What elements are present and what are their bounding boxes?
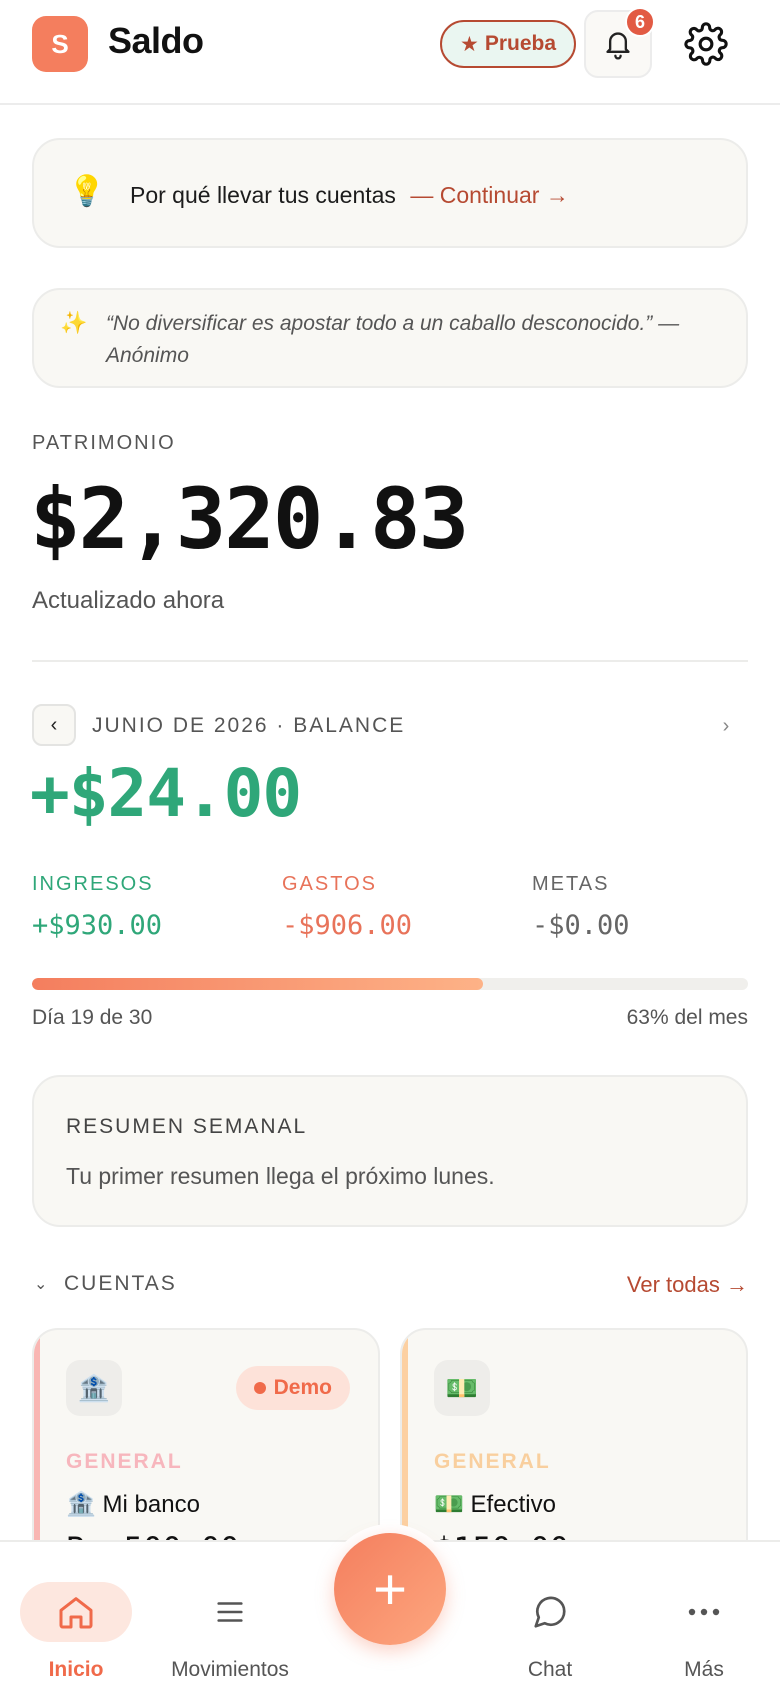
see-all-accounts-link[interactable]: Ver todas → bbox=[627, 1272, 748, 1298]
goals-value: -$0.00 bbox=[532, 910, 630, 941]
settings-button[interactable] bbox=[678, 16, 734, 72]
more-dots-icon bbox=[688, 1608, 720, 1616]
nav-chat[interactable]: Chat bbox=[500, 1542, 600, 1688]
next-month-button[interactable]: › bbox=[712, 712, 740, 740]
income-label: INGRESOS bbox=[32, 873, 154, 895]
sparkles-icon: ✨ bbox=[60, 310, 88, 335]
expenses-value: -$906.00 bbox=[282, 910, 413, 941]
tip-title: Por qué llevar tus cuentas bbox=[130, 182, 396, 208]
account-type: GENERAL bbox=[434, 1450, 551, 1473]
app-logo: S bbox=[32, 16, 88, 72]
month-balance: +$24.00 bbox=[30, 755, 302, 832]
chevron-left-icon: ‹ bbox=[50, 713, 58, 736]
nav-chat-label: Chat bbox=[527, 1658, 573, 1681]
account-name: 🏦 Mi banco bbox=[66, 1491, 200, 1518]
nav-home[interactable]: Inicio bbox=[20, 1542, 132, 1688]
month-progress-bar bbox=[32, 978, 748, 990]
account-type: GENERAL bbox=[66, 1450, 183, 1473]
tip-text: Por qué llevar tus cuentas — Continuar → bbox=[130, 182, 569, 209]
expenses-label: GASTOS bbox=[282, 873, 377, 895]
demo-badge: Demo bbox=[235, 1366, 350, 1410]
nav-home-label: Inicio bbox=[48, 1658, 104, 1681]
nav-movements-label: Movimientos bbox=[171, 1658, 289, 1681]
app-header: S Saldo ★ Prueba 6 bbox=[0, 0, 780, 105]
account-name: 💵 Efectivo bbox=[434, 1491, 556, 1518]
net-worth-value: $2,320.83 bbox=[30, 470, 469, 568]
accounts-label: CUENTAS bbox=[64, 1272, 177, 1295]
day-progress-text: Día 19 de 30 bbox=[32, 1006, 153, 1029]
plus-icon: + bbox=[334, 1533, 446, 1645]
chevron-down-icon: ⌄ bbox=[34, 1276, 48, 1293]
chevron-right-icon: › bbox=[722, 714, 730, 737]
income-value: +$930.00 bbox=[32, 910, 163, 941]
demo-dot-icon bbox=[253, 1382, 266, 1394]
month-progress-fill bbox=[32, 978, 484, 990]
bank-icon: 🏦 bbox=[66, 1360, 122, 1416]
quote-text: “No diversificar es apostar todo a un ca… bbox=[106, 312, 680, 367]
demo-label: Demo bbox=[273, 1376, 332, 1399]
lightbulb-icon: 💡 bbox=[68, 175, 106, 208]
list-icon bbox=[217, 1602, 243, 1622]
weekly-summary-title: RESUMEN SEMANAL bbox=[66, 1115, 308, 1138]
home-icon bbox=[59, 1597, 93, 1629]
month-label: JUNIO DE 2026 · BALANCE bbox=[92, 714, 406, 737]
tip-card[interactable]: 💡 Por qué llevar tus cuentas — Continuar… bbox=[32, 138, 748, 248]
app-title: Saldo bbox=[108, 20, 204, 61]
more-icon-wrap bbox=[687, 1582, 721, 1642]
chat-bubble-icon bbox=[534, 1596, 566, 1628]
add-transaction-button[interactable]: + bbox=[325, 1524, 455, 1654]
star-icon: ★ bbox=[459, 32, 479, 56]
trial-label: Prueba bbox=[484, 32, 557, 55]
previous-month-button[interactable]: ‹ bbox=[32, 704, 76, 746]
gear-icon bbox=[684, 22, 728, 66]
chat-icon-wrap bbox=[531, 1582, 569, 1642]
net-worth-updated: Actualizado ahora bbox=[32, 587, 225, 614]
list-icon-wrap bbox=[213, 1582, 247, 1642]
accounts-collapse-toggle[interactable]: ⌄ bbox=[34, 1274, 47, 1294]
home-icon-wrap bbox=[20, 1582, 132, 1642]
weekly-summary-card: RESUMEN SEMANAL Tu primer resumen llega … bbox=[32, 1075, 748, 1227]
nav-more-label: Más bbox=[684, 1658, 724, 1681]
quote-card: ✨ “No diversificar es apostar todo a un … bbox=[32, 288, 748, 388]
trial-button[interactable]: ★ Prueba bbox=[440, 20, 576, 68]
notifications-count-badge: 6 bbox=[625, 7, 655, 37]
weekly-summary-text: Tu primer resumen llega el próximo lunes… bbox=[66, 1163, 495, 1189]
net-worth-label: PATRIMONIO bbox=[32, 432, 176, 454]
nav-movements[interactable]: Movimientos bbox=[158, 1542, 302, 1688]
cash-icon: 💵 bbox=[434, 1360, 490, 1416]
divider bbox=[32, 660, 748, 662]
nav-more[interactable]: Más bbox=[654, 1542, 754, 1688]
goals-label: METAS bbox=[532, 873, 610, 895]
tip-continue-link[interactable]: — Continuar → bbox=[410, 182, 569, 208]
month-percent-text: 63% del mes bbox=[626, 1006, 748, 1029]
